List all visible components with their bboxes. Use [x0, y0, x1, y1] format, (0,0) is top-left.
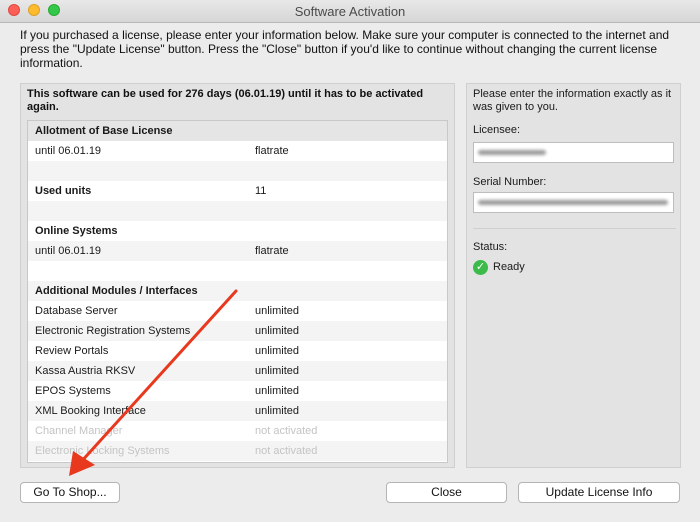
- divider: [473, 228, 676, 229]
- redacted-value: [478, 150, 546, 155]
- table-row: XML Booking Interface unlimited: [28, 401, 447, 421]
- section-header-base-license: Allotment of Base License: [28, 121, 447, 141]
- status-label: Status:: [473, 241, 508, 253]
- entry-hint: Please enter the information exactly as …: [473, 88, 672, 113]
- table-row: until 06.01.19 flatrate: [28, 241, 447, 261]
- license-table[interactable]: Allotment of Base License until 06.01.19…: [27, 120, 448, 463]
- table-row: until 06.01.19 flatrate: [35, 145, 289, 157]
- license-panel: This software can be used for 276 days (…: [20, 83, 455, 468]
- table-row: Electronic Registration Systems unlimite…: [28, 321, 447, 341]
- redacted-value: [478, 200, 668, 205]
- update-license-info-button[interactable]: Update License Info: [518, 482, 680, 503]
- license-entry-panel: Please enter the information exactly as …: [466, 83, 681, 468]
- close-button[interactable]: Close: [386, 482, 507, 503]
- table-row-spacer: [28, 261, 447, 281]
- title-bar: Software Activation: [0, 0, 700, 23]
- software-activation-window: Software Activation If you purchased a l…: [0, 0, 700, 522]
- go-to-shop-button[interactable]: Go To Shop...: [20, 482, 120, 503]
- checkmark-icon: ✓: [473, 260, 488, 275]
- section-header-additional-modules: Additional Modules / Interfaces: [28, 281, 447, 301]
- licensee-label: Licensee:: [473, 124, 521, 136]
- window-title: Software Activation: [294, 4, 406, 19]
- serial-number-field[interactable]: [473, 192, 674, 213]
- status-value: Ready: [493, 261, 525, 273]
- table-row: EPOS Systems unlimited: [35, 385, 300, 397]
- table-row: Review Portals unlimited: [35, 345, 300, 357]
- intro-text: If you purchased a license, please enter…: [20, 28, 670, 70]
- table-row-spacer: [28, 201, 447, 221]
- table-row-spacer: [28, 161, 447, 181]
- table-row: Database Server unlimited: [35, 305, 300, 317]
- table-row: Kassa Austria RKSV unlimited: [28, 361, 447, 381]
- licensee-field[interactable]: [473, 142, 674, 163]
- table-row-disabled: Electronic Locking Systems not activated: [28, 441, 447, 461]
- table-row-disabled: Channel Manager not activated: [35, 425, 318, 437]
- section-header-used-units: Used units 11: [35, 185, 267, 197]
- validity-text: This software can be used for 276 days (…: [27, 88, 424, 113]
- section-header-online-systems: Online Systems: [35, 225, 118, 237]
- serial-number-label: Serial Number:: [473, 176, 547, 188]
